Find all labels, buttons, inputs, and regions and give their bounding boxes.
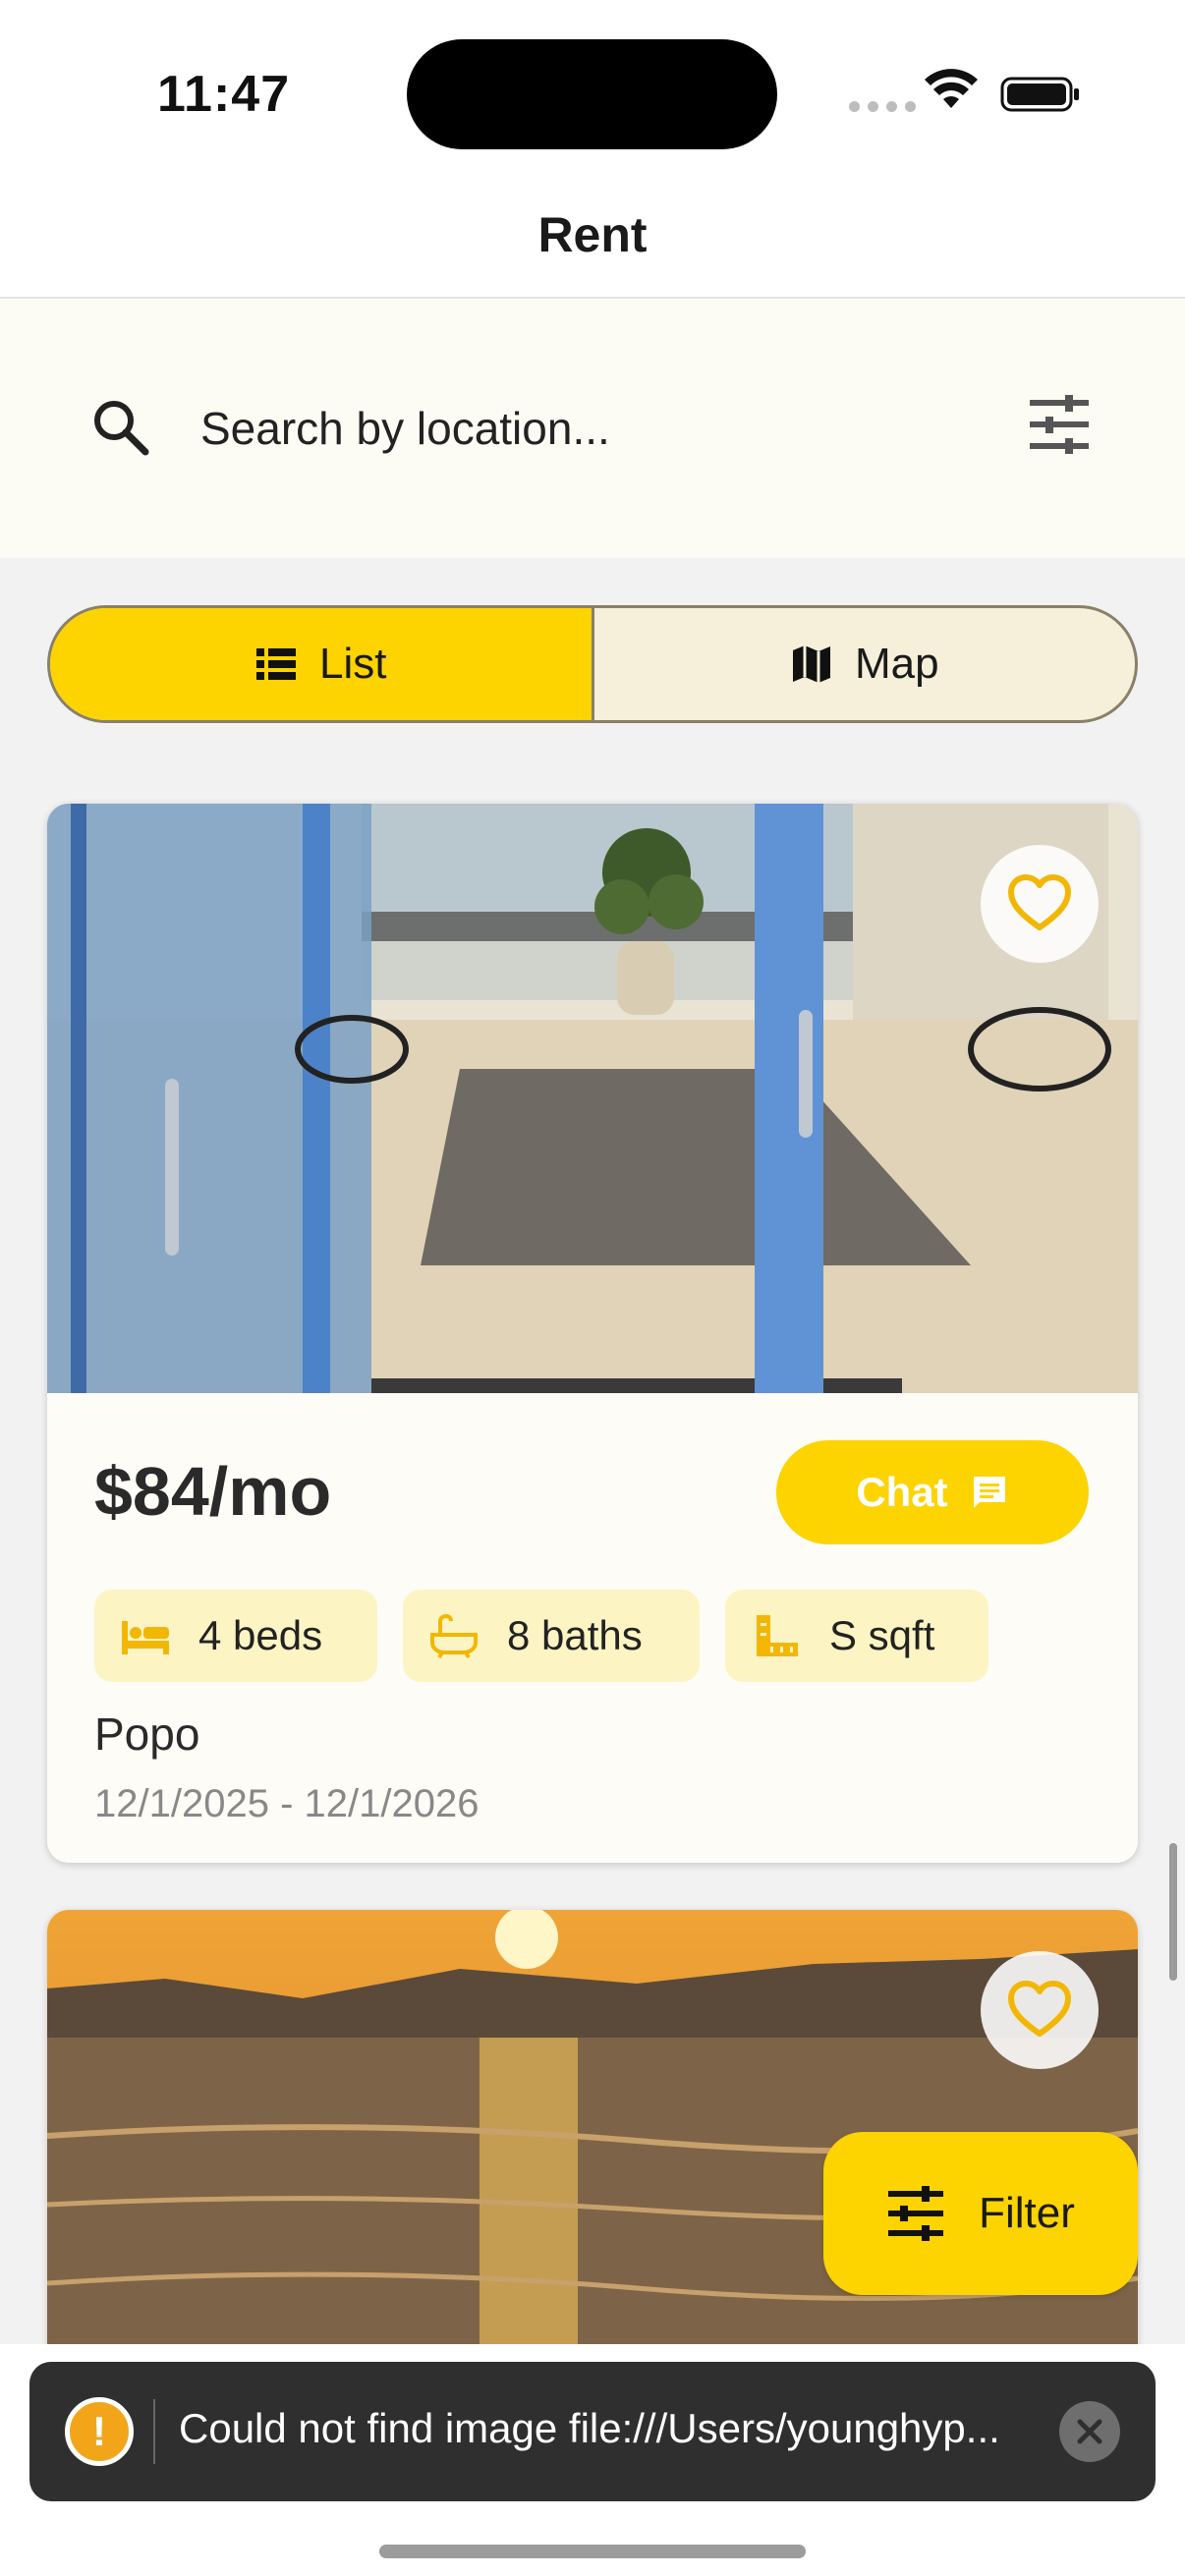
dynamic-island [407,39,777,149]
favorite-button[interactable] [981,1951,1099,2069]
listing-price: $84/mo [94,1453,332,1530]
search-input[interactable] [200,397,947,460]
listing-dates: 12/1/2025 - 12/1/2026 [94,1782,480,1825]
view-toggle: List Map [47,605,1138,723]
search-icon [94,401,149,456]
search-bar [0,299,1185,558]
wifi-icon [925,69,978,108]
listing-name: Popo [94,1708,200,1760]
tune-icon [888,2186,944,2241]
favorite-button[interactable] [981,845,1099,963]
listing-info: $84/mo Chat 4 beds 8 baths S sqft Popo 1… [47,1393,1138,1863]
heart-icon [1008,874,1071,930]
toast-close-button[interactable] [1059,2401,1120,2462]
list-tab-label: List [319,640,387,688]
baths-label: 8 baths [507,1612,643,1658]
error-toast: ! Could not find image file:///Users/you… [29,2362,1156,2501]
bathtub-icon [430,1613,478,1658]
sqft-label: S sqft [829,1612,935,1658]
toast-divider [153,2399,155,2464]
tune-icon[interactable] [1028,395,1091,454]
beds-label: 4 beds [198,1612,323,1658]
bed-icon [122,1621,169,1654]
list-icon [256,648,296,680]
chat-button-label: Chat [856,1469,948,1515]
home-indicator[interactable] [379,2545,806,2558]
baths-chip: 8 baths [403,1590,700,1682]
map-icon [792,645,830,683]
listing-photo [47,804,1138,1393]
beds-chip: 4 beds [94,1590,377,1682]
message-icon [973,1477,1005,1508]
close-icon [1077,2419,1102,2444]
scrollbar[interactable] [1169,1843,1177,1981]
filter-button[interactable]: Filter [823,2132,1138,2295]
warning-icon: ! [65,2397,134,2466]
nav-bar: Rent [0,187,1185,299]
signal-icon [849,101,916,112]
ruler-icon [757,1615,798,1656]
listing-features: 4 beds 8 baths S sqft [94,1590,988,1682]
battery-icon [1000,77,1079,112]
listing-card[interactable]: $84/mo Chat 4 beds 8 baths S sqft Popo 1… [47,804,1138,1863]
toast-message: Could not find image file:///Users/young… [179,2405,1000,2451]
list-tab[interactable]: List [50,608,594,720]
map-tab[interactable]: Map [594,608,1136,720]
status-bar: 11:47 [0,0,1185,187]
heart-icon [1008,1981,1071,2037]
chat-button[interactable]: Chat [776,1440,1089,1544]
view-toggle-area: List Map [0,558,1185,772]
status-time: 11:47 [157,66,291,123]
page-title: Rent [537,207,648,262]
sqft-chip: S sqft [725,1590,988,1682]
filter-button-label: Filter [979,2189,1075,2237]
map-tab-label: Map [854,640,939,688]
